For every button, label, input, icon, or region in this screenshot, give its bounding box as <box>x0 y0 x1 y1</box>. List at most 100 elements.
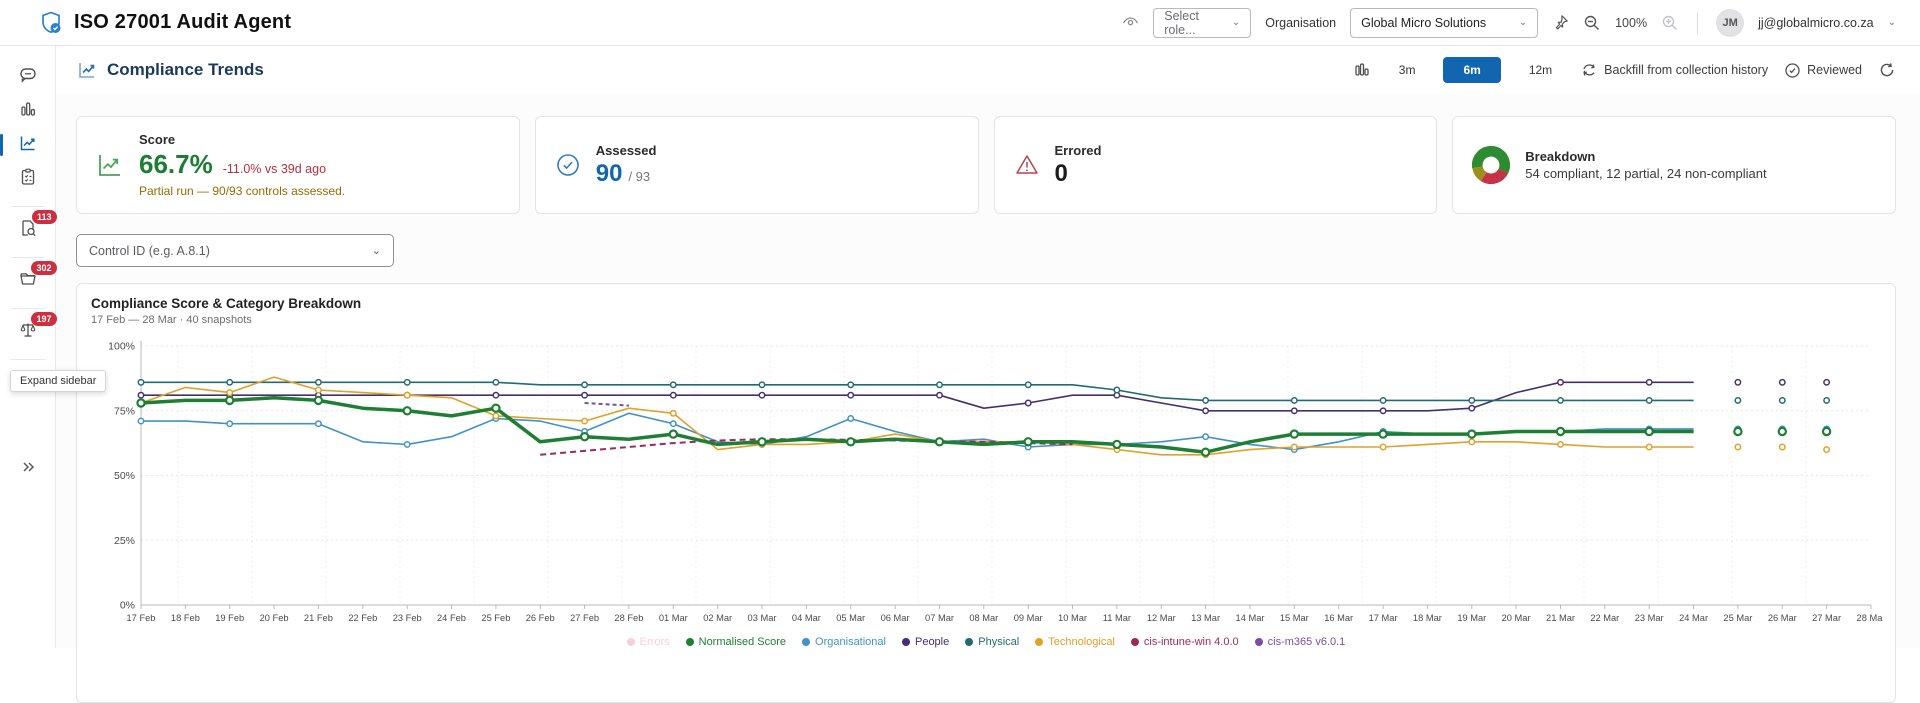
impersonate-eye-icon[interactable] <box>1122 14 1139 31</box>
svg-text:19 Feb: 19 Feb <box>215 613 244 623</box>
legend-dot <box>626 638 635 646</box>
svg-text:06 Mar: 06 Mar <box>881 613 910 623</box>
svg-text:17 Mar: 17 Mar <box>1369 613 1398 623</box>
legend-dot <box>685 638 694 646</box>
sidebar-item-search-findings[interactable]: 113 <box>8 210 57 245</box>
refresh-icon[interactable] <box>1878 61 1896 79</box>
double-chevron-right-icon <box>19 458 37 481</box>
bar-chart-icon <box>18 99 38 124</box>
range-3m-button[interactable]: 3m <box>1387 57 1428 83</box>
app-header: ISO 27001 Audit Agent Select role... ⌄ O… <box>0 0 1920 46</box>
backfill-button[interactable]: Backfill from collection history <box>1580 61 1768 79</box>
chart-type-icon[interactable] <box>1353 61 1371 79</box>
svg-text:18 Mar: 18 Mar <box>1413 613 1442 623</box>
page-title: Compliance Trends <box>107 60 264 79</box>
score-note: Partial run — 90/93 controls assessed. <box>139 184 346 198</box>
sidebar-item-trends[interactable] <box>0 130 48 160</box>
svg-text:01 Mar: 01 Mar <box>659 613 688 623</box>
trend-title-icon <box>76 59 98 81</box>
sidebar-item-collection[interactable]: 302 <box>8 261 57 296</box>
control-id-placeholder: Control ID (e.g. A.8.1) <box>89 243 210 258</box>
svg-text:05 Mar: 05 Mar <box>836 613 865 623</box>
divider <box>10 257 45 258</box>
role-select-value: Select role... <box>1164 8 1199 37</box>
range-12m-button[interactable]: 12m <box>1517 57 1564 83</box>
expand-sidebar-button[interactable] <box>8 454 48 484</box>
svg-text:09 Mar: 09 Mar <box>1014 613 1043 623</box>
zoom-out-icon[interactable] <box>1583 14 1601 32</box>
assessed-card: Assessed 90 / 93 <box>534 116 979 214</box>
chevron-down-icon: ⌄ <box>1231 17 1241 28</box>
role-select[interactable]: Select role... ⌄ <box>1153 7 1252 38</box>
legend-item[interactable]: cis-m365 v6.0.1 <box>1254 636 1345 648</box>
legend-item[interactable]: Physical <box>965 636 1019 648</box>
pin-icon[interactable] <box>1552 14 1569 31</box>
sync-icon <box>1580 61 1598 79</box>
svg-text:19 Mar: 19 Mar <box>1457 613 1486 623</box>
backfill-label: Backfill from collection history <box>1604 63 1769 77</box>
main-content: Compliance Trends 3m 6m 12m Backfill fro… <box>56 46 1920 703</box>
svg-text:27 Mar: 27 Mar <box>1812 613 1841 623</box>
control-id-select[interactable]: Control ID (e.g. A.8.1) ⌄ <box>76 234 394 267</box>
range-6m-button[interactable]: 6m <box>1443 57 1501 83</box>
chat-icon <box>18 65 38 90</box>
score-card: Score 66.7% -11.0% vs 39d ago Partial ru… <box>76 116 520 214</box>
svg-text:20 Feb: 20 Feb <box>260 613 289 623</box>
divider <box>10 359 45 360</box>
page-toolbar: Compliance Trends 3m 6m 12m Backfill fro… <box>56 46 1920 94</box>
svg-text:12 Mar: 12 Mar <box>1147 613 1176 623</box>
divider <box>10 308 45 309</box>
app-logo-shield-icon <box>38 10 64 36</box>
warning-triangle-icon <box>1013 151 1041 179</box>
chart-title: Compliance Score & Category Breakdown <box>91 296 362 311</box>
badge-count: 113 <box>31 210 57 224</box>
svg-text:14 Mar: 14 Mar <box>1236 613 1265 623</box>
assessed-label: Assessed <box>595 142 657 158</box>
svg-text:23 Mar: 23 Mar <box>1635 613 1664 623</box>
user-email: jj@globalmicro.co.za <box>1758 15 1874 30</box>
svg-text:22 Mar: 22 Mar <box>1590 613 1619 623</box>
svg-text:10 Mar: 10 Mar <box>1058 613 1087 623</box>
trend-line-chart[interactable]: 0% 25% 50% 75% 100% 17 Feb 18 Feb 19 Feb 20 Feb 2… <box>91 334 1885 626</box>
zoom-in-icon[interactable] <box>1661 14 1679 32</box>
svg-text:24 Mar: 24 Mar <box>1679 613 1708 623</box>
svg-text:13 Mar: 13 Mar <box>1191 613 1220 623</box>
sidebar-item-chat[interactable] <box>8 62 48 92</box>
legend-item[interactable]: cis-intune-win 4.0.0 <box>1130 636 1239 648</box>
sidebar-item-checklist[interactable] <box>8 164 48 194</box>
avatar[interactable]: JM <box>1716 8 1745 37</box>
svg-text:23 Feb: 23 Feb <box>393 613 422 623</box>
svg-text:07 Mar: 07 Mar <box>925 613 954 623</box>
svg-text:20 Mar: 20 Mar <box>1502 613 1531 623</box>
trend-chart-icon <box>18 133 38 158</box>
sidebar-item-compliance[interactable]: 197 <box>8 312 57 347</box>
check-circle-icon <box>554 151 582 179</box>
legend-item[interactable]: Organisational <box>802 636 886 648</box>
expand-sidebar-tooltip: Expand sidebar <box>10 370 107 392</box>
svg-text:17 Feb: 17 Feb <box>127 613 156 623</box>
trend-chart-panel: Compliance Score & Category Breakdown 17… <box>76 283 1896 703</box>
sidebar-item-bar-chart[interactable] <box>8 96 48 126</box>
reviewed-toggle[interactable]: Reviewed <box>1784 62 1862 79</box>
legend-dot <box>802 638 811 646</box>
breakdown-card: Breakdown 54 compliant, 12 partial, 24 n… <box>1452 116 1896 214</box>
legend-item[interactable]: Technological <box>1035 636 1115 648</box>
svg-text:18 Feb: 18 Feb <box>171 613 200 623</box>
chevron-down-icon[interactable]: ⌄ <box>1888 17 1896 28</box>
legend-item[interactable]: Normalised Score <box>685 636 786 648</box>
svg-text:08 Mar: 08 Mar <box>969 613 998 623</box>
trend-up-icon <box>95 150 125 180</box>
svg-text:02 Mar: 02 Mar <box>703 613 732 623</box>
svg-text:21 Feb: 21 Feb <box>304 613 333 623</box>
filter-row: Control ID (e.g. A.8.1) ⌄ <box>56 214 1920 267</box>
legend-item[interactable]: Errors <box>626 636 670 648</box>
legend-item[interactable]: People <box>901 636 949 648</box>
svg-text:24 Feb: 24 Feb <box>437 613 466 623</box>
errored-card: Errored 0 <box>993 116 1438 214</box>
legend-dot <box>965 638 974 646</box>
svg-text:03 Mar: 03 Mar <box>748 613 777 623</box>
svg-text:50%: 50% <box>114 470 135 482</box>
organisation-select-value: Global Micro Solutions <box>1361 15 1487 30</box>
organisation-select[interactable]: Global Micro Solutions ⌄ <box>1350 7 1539 38</box>
score-label: Score <box>139 132 176 147</box>
